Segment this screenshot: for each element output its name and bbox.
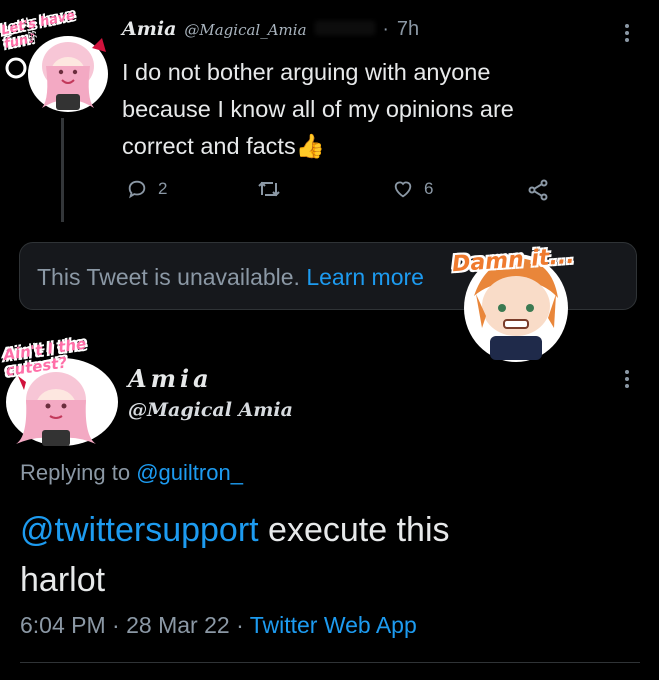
share-icon [528,179,548,201]
tweet-author: Amia @Magical Amia [128,364,293,421]
display-name[interactable]: Amia [128,364,293,393]
replying-prefix: Replying to [20,460,131,485]
unavailable-text: This Tweet is unavailable. Learn more [37,264,424,291]
replying-to: Replying to @guiltron_ [20,460,243,486]
tweet-text-line: correct and facts👍 [122,128,514,165]
like-button[interactable]: 6 [392,178,433,200]
learn-more-link[interactable]: Learn more [306,264,424,290]
more-icon[interactable] [625,24,629,42]
thread-line [61,118,64,222]
tweet-date[interactable]: 28 Mar 22 [126,612,230,638]
tweet-time[interactable]: 7h [397,18,419,41]
share-button[interactable] [526,178,550,202]
divider [20,662,640,663]
separator-dot: · [112,612,120,638]
display-name[interactable]: Amia [122,18,176,40]
reply-count: 2 [158,179,168,198]
tweet-text: @twittersupport execute this harlot [20,505,450,605]
separator-dot: · [236,612,244,638]
avatar[interactable]: Ain't I the cutest? [0,335,140,448]
mention-link[interactable]: @twittersupport [20,511,259,549]
retweet-icon [258,181,280,197]
reply-icon [128,180,146,199]
separator-dot: · [382,19,389,40]
unavailable-message: This Tweet is unavailable. [37,264,300,290]
username[interactable]: @Magical Amia [128,399,293,421]
tweet-header: Amia @Magical_Amia · 7h [122,18,419,41]
tweet-text-line: I do not bother arguing with anyone [122,59,491,85]
retweet-button[interactable] [257,178,281,200]
handle-redaction [314,21,375,35]
avatar[interactable]: Let's have fun♪ [0,8,118,116]
replying-to-link[interactable]: @guiltron_ [136,460,243,485]
reply-button[interactable]: 2 [126,178,167,200]
tweet-text-line: because I know all of my opinions are [122,96,514,122]
tweet-text-line: @twittersupport execute this [20,505,450,555]
tweet-text-line: harlot [20,561,106,599]
tweet-text-rest: execute this [258,511,450,549]
username[interactable]: @Magical_Amia [184,21,306,39]
like-count: 6 [424,179,434,198]
tweet-source-link[interactable]: Twitter Web App [250,612,417,638]
tweet-metadata: 6:04 PM · 28 Mar 22 · Twitter Web App [20,612,417,639]
tweet-text-line-3: correct and facts [122,133,296,159]
tweet-time[interactable]: 6:04 PM [20,612,106,638]
damn-it-sticker: Damn it... [446,236,606,366]
thumbs-up-emoji: 👍 [295,133,325,159]
heart-icon [394,181,412,198]
more-icon[interactable] [625,370,629,388]
tweet-text: I do not bother arguing with anyone beca… [122,54,514,165]
